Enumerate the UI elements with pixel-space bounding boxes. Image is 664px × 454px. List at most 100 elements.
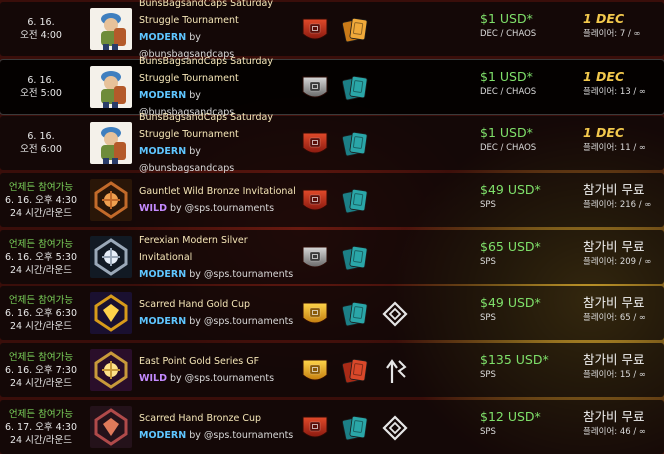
join-anytime-label: 언제든 참여가능 — [8, 181, 74, 193]
start-date: 6. 16. 오후 6:30 — [4, 307, 78, 319]
start-time: 언제든 참여가능 6. 17. 오후 4:30 24 시간/라운드 — [0, 400, 82, 454]
tournament-info: BunsBagsandCaps Saturday Struggle Tourna… — [139, 56, 299, 118]
prize-currency: SPS — [480, 200, 496, 210]
prize-pool: $1 USD* DEC / CHAOS — [480, 124, 570, 155]
tournament-info: Scarred Hand Bronze Cup MODERN by @sps.t… — [139, 400, 299, 454]
diamond-element-icon — [380, 300, 410, 328]
prize-currency: SPS — [480, 370, 496, 380]
tournament-name[interactable]: Gauntlet Wild Bronze Invitational — [139, 183, 299, 200]
player-count: 플레이어: 15 / ∞ — [583, 370, 647, 380]
tournament-name[interactable]: BunsBagsandCaps Saturday — [139, 0, 299, 12]
prize-pool: $1 USD* DEC / CHAOS — [480, 68, 570, 99]
organizer-link[interactable]: by @sps.tournaments — [189, 269, 293, 280]
start-time: 언제든 참여가능 6. 16. 오후 5:30 24 시간/라운드 — [0, 230, 82, 284]
tournament-name[interactable]: BunsBagsandCaps Saturday — [139, 109, 299, 126]
start-time: 언제든 참여가능 6. 16. 오후 6:30 24 시간/라운드 — [0, 286, 82, 340]
teal-cards-icon — [340, 74, 370, 102]
rule-badges — [300, 73, 370, 103]
player-count: 플레이어: 209 / ∞ — [583, 257, 652, 267]
entry-fee-value: 1 DEC — [583, 11, 625, 26]
tournament-info: East Point Gold Series GF WILD by @sps.t… — [139, 343, 299, 397]
start-clock: 24 시간/라운드 — [9, 207, 72, 219]
entry-fee: 참가비 무료 플레이어: 209 / ∞ — [583, 238, 663, 269]
start-date: 6. 16. — [27, 75, 55, 86]
start-time: 언제든 참여가능 6. 16. 오후 7:30 24 시간/라운드 — [0, 343, 82, 397]
tournament-row[interactable]: 언제든 참여가능 6. 16. 오후 7:30 24 시간/라운드 East P… — [0, 343, 664, 397]
organizer-link[interactable]: by @sps.tournaments — [189, 430, 293, 441]
tournament-row[interactable]: 언제든 참여가능 6. 16. 오후 6:30 24 시간/라운드 Scarre… — [0, 286, 664, 340]
teal-cards-icon — [340, 130, 370, 158]
start-clock: 24 시간/라운드 — [9, 434, 72, 446]
player-count: 플레이어: 7 / ∞ — [583, 29, 641, 39]
format-label: MODERN — [139, 32, 187, 43]
prize-amount: $65 USD* — [480, 239, 541, 254]
tournament-logo — [90, 66, 132, 108]
gold-league-icon — [300, 300, 330, 328]
tournament-row[interactable]: 6. 16. 오전 5:00 BunsBagsandCaps Saturday … — [0, 56, 664, 118]
prize-amount: $49 USD* — [480, 182, 541, 197]
rule-badges — [300, 413, 410, 443]
tournament-logo — [90, 179, 132, 221]
teal-cards-icon — [340, 414, 370, 442]
tournament-row[interactable]: 언제든 참여가능 6. 16. 오후 5:30 24 시간/라운드 Ferexi… — [0, 230, 664, 284]
entry-fee: 참가비 무료 플레이어: 216 / ∞ — [583, 181, 663, 212]
tournament-name[interactable]: Ferexian Modern Silver Invitational — [139, 232, 299, 266]
rule-badges — [300, 299, 410, 329]
silver-league-icon — [300, 74, 330, 102]
prize-amount: $1 USD* — [480, 11, 533, 26]
tournament-name[interactable]: BunsBagsandCaps Saturday — [139, 53, 299, 70]
prize-currency: DEC / CHAOS — [480, 87, 537, 97]
start-date: 6. 16. 오후 7:30 — [4, 364, 78, 376]
prize-pool: $1 USD* DEC / CHAOS — [480, 10, 570, 41]
tournament-meta: MODERN by @sps.tournaments — [139, 313, 299, 330]
rule-badges — [300, 15, 370, 45]
prize-amount: $49 USD* — [480, 295, 541, 310]
prize-currency: DEC / CHAOS — [480, 29, 537, 39]
tournament-meta: MODERN by @sps.tournaments — [139, 427, 299, 444]
start-clock: 24 시간/라운드 — [9, 377, 72, 389]
tournament-meta: MODERN by @sps.tournaments — [139, 266, 299, 283]
tournament-logo — [90, 236, 132, 278]
tournament-info: Gauntlet Wild Bronze Invitational WILD b… — [139, 173, 299, 227]
prize-currency: DEC / CHAOS — [480, 143, 537, 153]
tournament-info: Ferexian Modern Silver Invitational MODE… — [139, 230, 299, 284]
entry-fee: 1 DEC 플레이어: 7 / ∞ — [583, 10, 663, 41]
rule-badges — [300, 186, 370, 216]
start-date: 6. 16. — [27, 17, 55, 28]
tournament-row[interactable]: 6. 16. 오전 6:00 BunsBagsandCaps Saturday … — [0, 112, 664, 174]
player-count: 플레이어: 11 / ∞ — [583, 143, 647, 153]
organizer-link[interactable]: by @sps.tournaments — [170, 373, 274, 384]
prize-pool: $49 USD* SPS — [480, 294, 570, 325]
red-league-icon — [300, 187, 330, 215]
organizer-link[interactable]: by @sps.tournaments — [170, 203, 274, 214]
tournament-name-line2: Struggle Tournament — [139, 129, 239, 140]
organizer-link[interactable]: by @sps.tournaments — [189, 316, 293, 327]
entry-fee: 1 DEC 플레이어: 11 / ∞ — [583, 124, 663, 155]
prize-amount: $12 USD* — [480, 409, 541, 424]
player-count: 플레이어: 13 / ∞ — [583, 87, 647, 97]
tournament-name[interactable]: Scarred Hand Gold Cup — [139, 296, 299, 313]
tournament-row[interactable]: 6. 16. 오전 4:00 BunsBagsandCaps Saturday … — [0, 0, 664, 60]
tournament-name[interactable]: Scarred Hand Bronze Cup — [139, 410, 299, 427]
entry-fee: 참가비 무료 플레이어: 65 / ∞ — [583, 294, 663, 325]
tournament-name[interactable]: East Point Gold Series GF — [139, 353, 299, 370]
rule-badges — [300, 129, 370, 159]
rule-badges — [300, 356, 410, 386]
start-date: 6. 16. — [27, 131, 55, 142]
tournament-meta: MODERN by @bunsbagsandcaps — [139, 143, 299, 177]
teal-cards-icon — [340, 187, 370, 215]
tournament-row[interactable]: 언제든 참여가능 6. 16. 오후 4:30 24 시간/라운드 Gauntl… — [0, 173, 664, 227]
red-league-icon — [300, 130, 330, 158]
entry-fee: 1 DEC 플레이어: 13 / ∞ — [583, 68, 663, 99]
prize-currency: SPS — [480, 313, 496, 323]
tournament-meta: WILD by @sps.tournaments — [139, 370, 299, 387]
silver-league-icon — [300, 244, 330, 272]
start-time: 언제든 참여가능 6. 16. 오후 4:30 24 시간/라운드 — [0, 173, 82, 227]
tournament-logo — [90, 406, 132, 448]
join-anytime-label: 언제든 참여가능 — [8, 238, 74, 250]
player-count: 플레이어: 46 / ∞ — [583, 427, 647, 437]
prize-currency: SPS — [480, 427, 496, 437]
teal-cards-icon — [340, 300, 370, 328]
tournament-row[interactable]: 언제든 참여가능 6. 17. 오후 4:30 24 시간/라운드 Scarre… — [0, 400, 664, 454]
red-cards-icon — [340, 357, 370, 385]
